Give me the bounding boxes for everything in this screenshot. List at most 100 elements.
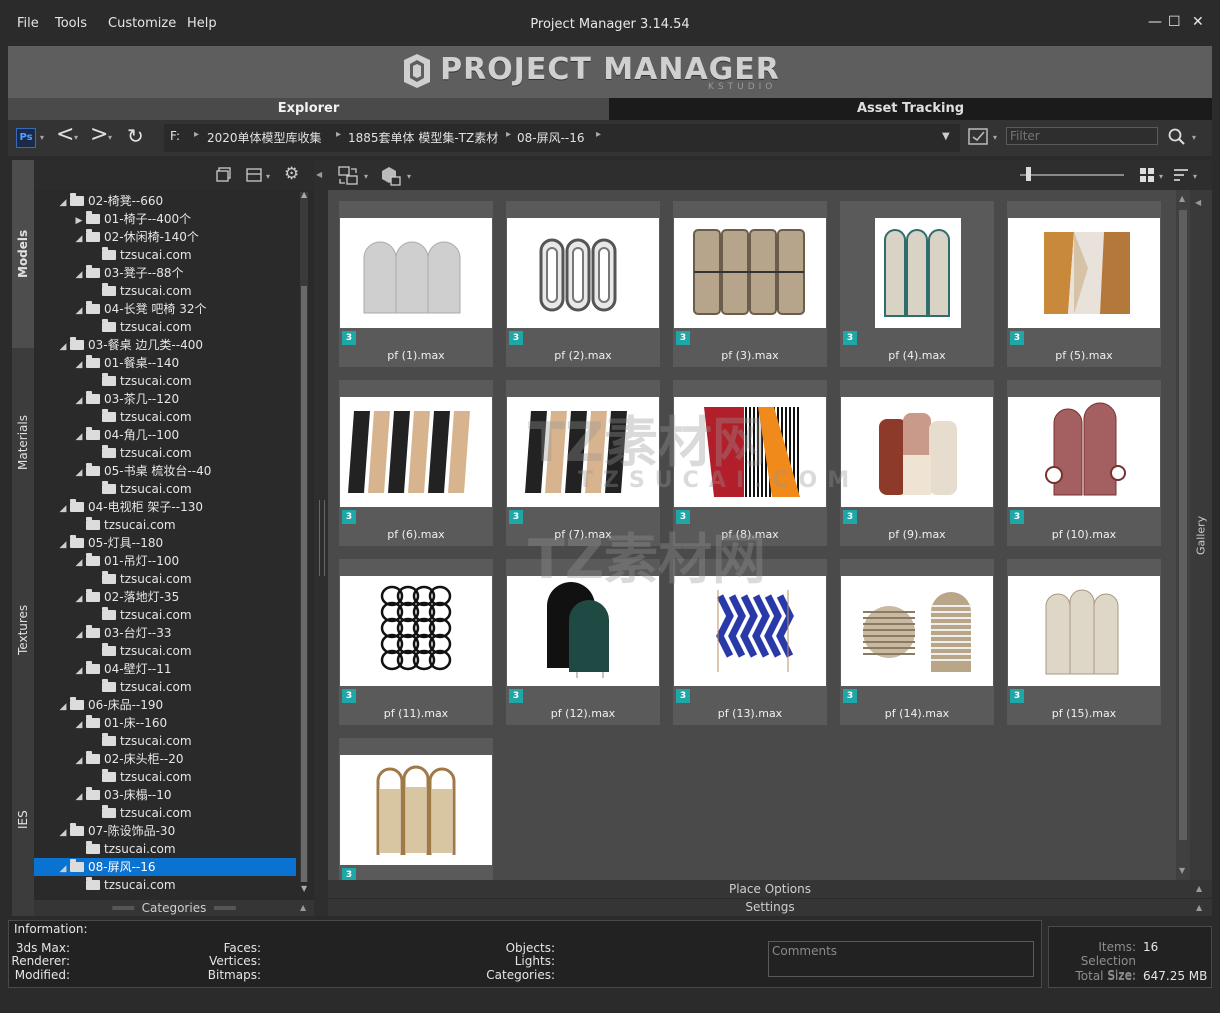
categories-expand-icon[interactable]: ▲: [300, 903, 306, 912]
tree-item[interactable]: tzsucai.com: [34, 408, 296, 426]
asset-thumbnail[interactable]: [841, 218, 993, 328]
tree-item[interactable]: ◢ 07-陈设饰品-30: [34, 822, 296, 840]
tree-item[interactable]: tzsucai.com: [34, 804, 296, 822]
tree-item[interactable]: ◢ 03-床榻--10: [34, 786, 296, 804]
tree-item[interactable]: tzsucai.com: [34, 732, 296, 750]
layout-icon[interactable]: [246, 167, 262, 183]
tree-item[interactable]: ◢ 04-角几--100: [34, 426, 296, 444]
tree-item[interactable]: tzsucai.com: [34, 480, 296, 498]
path-separator-icon[interactable]: ▸: [194, 129, 199, 140]
tree-item[interactable]: ◢ 02-休闲椅-140个: [34, 228, 296, 246]
asset-card[interactable]: 3 pf (3).max: [673, 201, 827, 367]
asset-card[interactable]: 3 pf (4).max: [840, 201, 994, 367]
grid-view-caret-icon[interactable]: ▾: [1159, 172, 1163, 181]
path-history-dropdown-icon[interactable]: ▼: [942, 131, 950, 142]
merge-objects-caret-icon[interactable]: ▾: [407, 172, 411, 181]
tree-item[interactable]: tzsucai.com: [34, 246, 296, 264]
tree-scroll-up-icon[interactable]: ▲: [301, 190, 307, 199]
tree-item[interactable]: ◢ 05-书桌 梳妆台--40: [34, 462, 296, 480]
asset-thumbnail[interactable]: [340, 755, 492, 865]
tree-item[interactable]: tzsucai.com: [34, 876, 296, 894]
refresh-icon[interactable]: ↻: [127, 124, 144, 148]
asset-card[interactable]: 3pf (16).max: [339, 738, 493, 880]
tree-item[interactable]: tzsucai.com: [34, 318, 296, 336]
tree-item[interactable]: ▶ 01-椅子--400个: [34, 210, 296, 228]
maximize-button[interactable]: ☐: [1168, 14, 1181, 30]
path-drive[interactable]: F:: [170, 129, 180, 143]
filter-preset-icon[interactable]: [968, 127, 990, 147]
layout-caret-icon[interactable]: ▾: [266, 172, 270, 181]
asset-thumbnail[interactable]: [340, 576, 492, 686]
tree-scroll-down-icon[interactable]: ▼: [301, 884, 307, 893]
side-tab-models[interactable]: Models: [12, 160, 34, 348]
tree-scrollbar-thumb[interactable]: [301, 286, 307, 882]
tree-item[interactable]: tzsucai.com: [34, 642, 296, 660]
close-button[interactable]: ✕: [1192, 14, 1204, 30]
asset-thumbnail[interactable]: [507, 576, 659, 686]
tree-item[interactable]: ◢ 03-台灯--33: [34, 624, 296, 642]
tree-item[interactable]: tzsucai.com: [34, 768, 296, 786]
asset-thumbnail[interactable]: [841, 576, 993, 686]
asset-card[interactable]: 3 pf (15).max: [1007, 559, 1161, 725]
side-tab-textures[interactable]: Textures: [12, 536, 34, 724]
asset-card[interactable]: 3 pf (2).max: [506, 201, 660, 367]
tree-item[interactable]: ◢ 01-吊灯--100: [34, 552, 296, 570]
tree-item[interactable]: tzsucai.com: [34, 840, 296, 858]
gear-icon[interactable]: ⚙: [284, 164, 299, 184]
minimize-button[interactable]: —: [1148, 14, 1162, 30]
side-tab-ies[interactable]: IES: [12, 724, 34, 916]
search-icon[interactable]: [1168, 128, 1186, 146]
tree-item[interactable]: ◢ 03-茶几--120: [34, 390, 296, 408]
asset-thumbnail[interactable]: [674, 218, 826, 328]
asset-card[interactable]: 3 pf (14).max: [840, 559, 994, 725]
tree-item[interactable]: ◢ 02-椅凳--660: [34, 192, 296, 210]
asset-card[interactable]: 3 pf (7).max: [506, 380, 660, 546]
back-arrow-icon[interactable]: <: [56, 122, 74, 147]
collapse-all-icon[interactable]: [216, 167, 232, 183]
back-dropdown-icon[interactable]: ▾: [74, 133, 78, 142]
comments-field[interactable]: Comments: [768, 941, 1034, 977]
tree-item[interactable]: ◢ 04-长凳 吧椅 32个: [34, 300, 296, 318]
asset-thumbnail[interactable]: [674, 397, 826, 507]
asset-thumbnail[interactable]: [507, 397, 659, 507]
side-tab-materials[interactable]: Materials: [12, 348, 34, 536]
swap-view-caret-icon[interactable]: ▾: [364, 172, 368, 181]
gallery-scroll-up-icon[interactable]: ▲: [1179, 194, 1185, 203]
asset-thumbnail[interactable]: [1008, 397, 1160, 507]
sort-icon[interactable]: [1173, 167, 1189, 183]
path-separator-icon[interactable]: ▸: [506, 129, 511, 140]
asset-card[interactable]: 3 pf (5).max: [1007, 201, 1161, 367]
asset-thumbnail[interactable]: [340, 397, 492, 507]
search-caret-icon[interactable]: ▾: [1192, 133, 1196, 142]
ps-dropdown-caret-icon[interactable]: ▾: [40, 133, 44, 142]
tree-item[interactable]: ◢ 02-床头柜--20: [34, 750, 296, 768]
filter-preset-caret-icon[interactable]: ▾: [993, 133, 997, 142]
asset-card[interactable]: 3 pf (9).max: [840, 380, 994, 546]
asset-card[interactable]: 3 pf (1).max: [339, 201, 493, 367]
tab-asset-tracking[interactable]: Asset Tracking: [609, 98, 1212, 120]
tree-item[interactable]: ◢ 08-屏风--16: [34, 858, 296, 876]
path-crumb-2[interactable]: 1885套单体 模型集-TZ素材: [348, 129, 498, 146]
asset-thumbnail[interactable]: [340, 218, 492, 328]
asset-thumbnail[interactable]: [841, 397, 993, 507]
asset-card[interactable]: 3 pf (10).max: [1007, 380, 1161, 546]
tree-item[interactable]: ◢ 04-壁灯--11: [34, 660, 296, 678]
tree-item[interactable]: ◢ 01-床--160: [34, 714, 296, 732]
tree-item[interactable]: tzsucai.com: [34, 444, 296, 462]
asset-thumbnail[interactable]: [507, 218, 659, 328]
asset-card[interactable]: 3 pf (8).max: [673, 380, 827, 546]
thumbnail-size-slider[interactable]: [1020, 174, 1124, 176]
settings-bar[interactable]: Settings: [328, 899, 1212, 916]
tree-item[interactable]: tzsucai.com: [34, 516, 296, 534]
tree-item[interactable]: tzsucai.com: [34, 282, 296, 300]
thumbnail-size-slider-handle[interactable]: [1026, 167, 1031, 181]
path-crumb-1[interactable]: 2020单体模型库收集: [207, 129, 322, 146]
filter-input[interactable]: [1006, 127, 1158, 145]
asset-card[interactable]: 3 pf (13).max: [673, 559, 827, 725]
asset-card[interactable]: 3 pf (6).max: [339, 380, 493, 546]
tree-item[interactable]: ◢ 03-餐桌 边几类--400: [34, 336, 296, 354]
photoshop-icon[interactable]: Ps: [16, 128, 36, 148]
categories-bar[interactable]: ═══ Categories ═══: [34, 900, 314, 916]
tree-item[interactable]: ◢ 05-灯具--180: [34, 534, 296, 552]
asset-thumbnail[interactable]: [1008, 576, 1160, 686]
